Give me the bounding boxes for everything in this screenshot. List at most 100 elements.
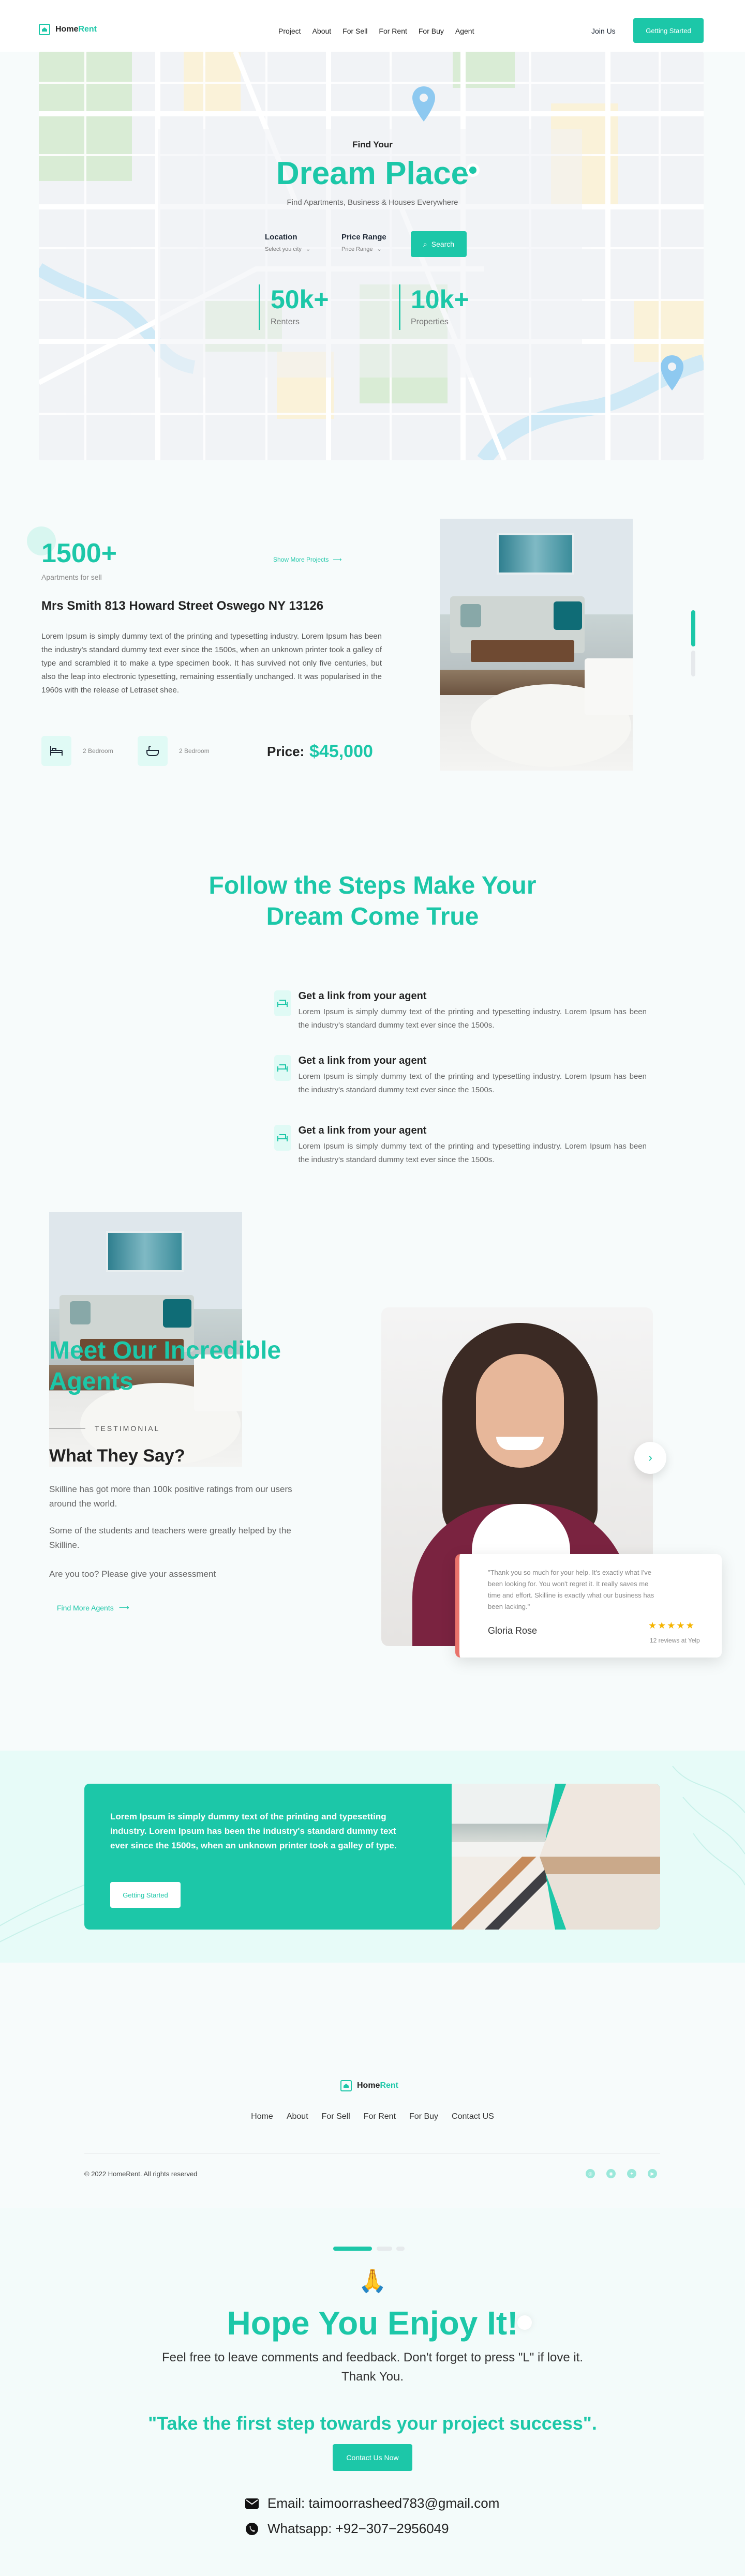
testimonial-card: "Thank you so much for your help. It's e… [455, 1554, 722, 1658]
testimonial-quote: "Thank you so much for your help. It's e… [488, 1569, 654, 1610]
hero-subtitle: Find Apartments, Business & Houses Every… [287, 198, 458, 207]
bed-icon-box [41, 736, 71, 766]
price-value: $45,000 [309, 742, 373, 761]
bath-icon [146, 746, 159, 756]
feature-bedroom-1: 2 Bedroom [83, 747, 113, 755]
progress-segment [396, 2247, 405, 2251]
house-logo-icon [39, 24, 50, 35]
logo-text-home: Home [55, 25, 79, 34]
outro-quote: "Take the first step towards your projec… [148, 2413, 597, 2434]
step-text: Lorem Ipsum is simply dummy text of the … [298, 1007, 647, 1030]
chevron-down-icon: ⌄ [305, 246, 311, 252]
logo[interactable]: HomeRent [39, 24, 97, 35]
search-button[interactable]: ⌕ Search [411, 231, 467, 257]
sofa-icon [277, 1134, 288, 1141]
agent-face [476, 1354, 564, 1468]
step-icon-box [274, 990, 291, 1016]
nav-link-about[interactable]: About [312, 27, 332, 35]
location-pin-icon [412, 86, 435, 122]
show-more-projects-link[interactable]: Show More Projects ⟶ [273, 556, 342, 563]
nav-link-agent[interactable]: Agent [455, 27, 474, 35]
cta-photo-stairs [452, 1857, 555, 1930]
nav-links: Project About For Sell For Rent For Buy … [278, 27, 474, 35]
cta-getting-started-button[interactable]: Getting Started [110, 1882, 181, 1908]
footer-link-for-buy[interactable]: For Buy [409, 2112, 438, 2121]
rating-stars: ★★★★★ [648, 1620, 695, 1631]
agent-smile [496, 1437, 544, 1450]
step-text: Lorem Ipsum is simply dummy text of the … [298, 1072, 647, 1094]
getting-started-button[interactable]: Getting Started [633, 18, 704, 43]
location-label: Location [265, 233, 297, 242]
twitter-icon[interactable]: ✦ [627, 2169, 636, 2178]
sofa-icon [277, 1064, 288, 1072]
pillow [460, 604, 481, 627]
star-icon: ★ [658, 1620, 667, 1631]
stat-properties: 10k+ Properties [399, 284, 469, 330]
footer-link-for-sell[interactable]: For Sell [322, 2112, 350, 2121]
stat-label: Renters [271, 318, 300, 326]
footer-link-about[interactable]: About [287, 2112, 308, 2121]
location-select[interactable]: Select you city [265, 246, 302, 252]
instagram-icon[interactable]: ◎ [586, 2169, 595, 2178]
price-filter[interactable]: Price Range Price Range ⌄ [341, 233, 386, 252]
arrow-right-icon: ⟶ [118, 1603, 129, 1611]
stat-value: 50k+ [271, 285, 329, 314]
steps-title: Follow the Steps Make Your Dream Come Tr… [0, 870, 745, 932]
chevron-down-icon: ⌄ [377, 246, 382, 252]
star-icon: ★ [648, 1620, 658, 1631]
step-icon-box [274, 1125, 291, 1151]
next-arrow-button[interactable]: › [634, 1442, 666, 1474]
apartments-count-label: Apartments for sell [41, 573, 102, 581]
chevron-right-icon: › [648, 1451, 652, 1465]
steps-title-line1: Follow the Steps Make Your [208, 872, 537, 899]
pillow [554, 601, 582, 630]
logo-text-rent: Rent [380, 2081, 399, 2090]
star-icon: ★ [686, 1620, 695, 1631]
step-item: Get a link from your agent Lorem Ipsum is… [274, 990, 647, 1032]
outro-title: Hope You Enjoy It! [227, 2304, 518, 2342]
email-row: Email: taimoorrasheed783@gmail.com [245, 2495, 499, 2511]
email-text[interactable]: Email: taimoorrasheed783@gmail.com [267, 2495, 499, 2511]
location-filter[interactable]: Location Select you city ⌄ [265, 233, 310, 252]
nav-link-for-rent[interactable]: For Rent [379, 27, 407, 35]
footer-link-home[interactable]: Home [251, 2112, 273, 2121]
search-icon: ⌕ [423, 239, 427, 248]
footer-link-contact[interactable]: Contact US [452, 2112, 494, 2121]
step-item: Get a link from your agent Lorem Ipsum is… [274, 1055, 647, 1097]
bath-icon-box [138, 736, 168, 766]
cta-banner: Lorem Ipsum is simply dummy text of the … [84, 1784, 660, 1930]
price-select[interactable]: Price Range [341, 246, 373, 252]
star-icon: ★ [667, 1620, 677, 1631]
slider-indicator[interactable] [691, 651, 695, 676]
mail-icon [245, 2498, 259, 2509]
footer-logo[interactable]: HomeRent [340, 2080, 398, 2091]
bed-icon [50, 746, 63, 756]
join-us-link[interactable]: Join Us [591, 27, 616, 35]
stat-label: Properties [411, 318, 449, 326]
stat-value: 10k+ [411, 285, 469, 314]
dribbble-icon[interactable]: ◉ [606, 2169, 616, 2178]
cta-photo-livingroom [452, 1784, 555, 1857]
hero-content: Find Your Dream Place Find Apartments, B… [0, 140, 745, 207]
footer-link-for-rent[interactable]: For Rent [364, 2112, 396, 2121]
progress-segment-active [333, 2247, 372, 2251]
what-they-say-heading: What They Say? [49, 1446, 185, 1466]
pillow [163, 1299, 191, 1328]
slider-indicator-active[interactable] [691, 610, 695, 646]
logo-text-home: Home [357, 2081, 380, 2090]
nav-link-for-buy[interactable]: For Buy [419, 27, 444, 35]
step-item: Get a link from your agent Lorem Ipsum is… [274, 1125, 647, 1167]
find-more-label: Find More Agents [57, 1603, 114, 1612]
contact-us-button[interactable]: Contact Us Now [333, 2444, 412, 2471]
nav-link-for-sell[interactable]: For Sell [342, 27, 367, 35]
youtube-icon[interactable]: ▶ [648, 2169, 657, 2178]
agents-title-line1: Meet Our Incredible [49, 1337, 281, 1364]
nav-link-project[interactable]: Project [278, 27, 301, 35]
whatsapp-text[interactable]: Whatsapp: +92−307−2956049 [267, 2521, 449, 2537]
show-more-label: Show More Projects [273, 556, 329, 563]
divider [49, 1428, 85, 1429]
agents-title-line2: Agents [49, 1368, 133, 1395]
outro-line-1: Feel free to leave comments and feedback… [161, 2351, 584, 2364]
property-photo [440, 519, 633, 771]
find-more-agents-link[interactable]: Find More Agents ⟶ [57, 1603, 129, 1612]
